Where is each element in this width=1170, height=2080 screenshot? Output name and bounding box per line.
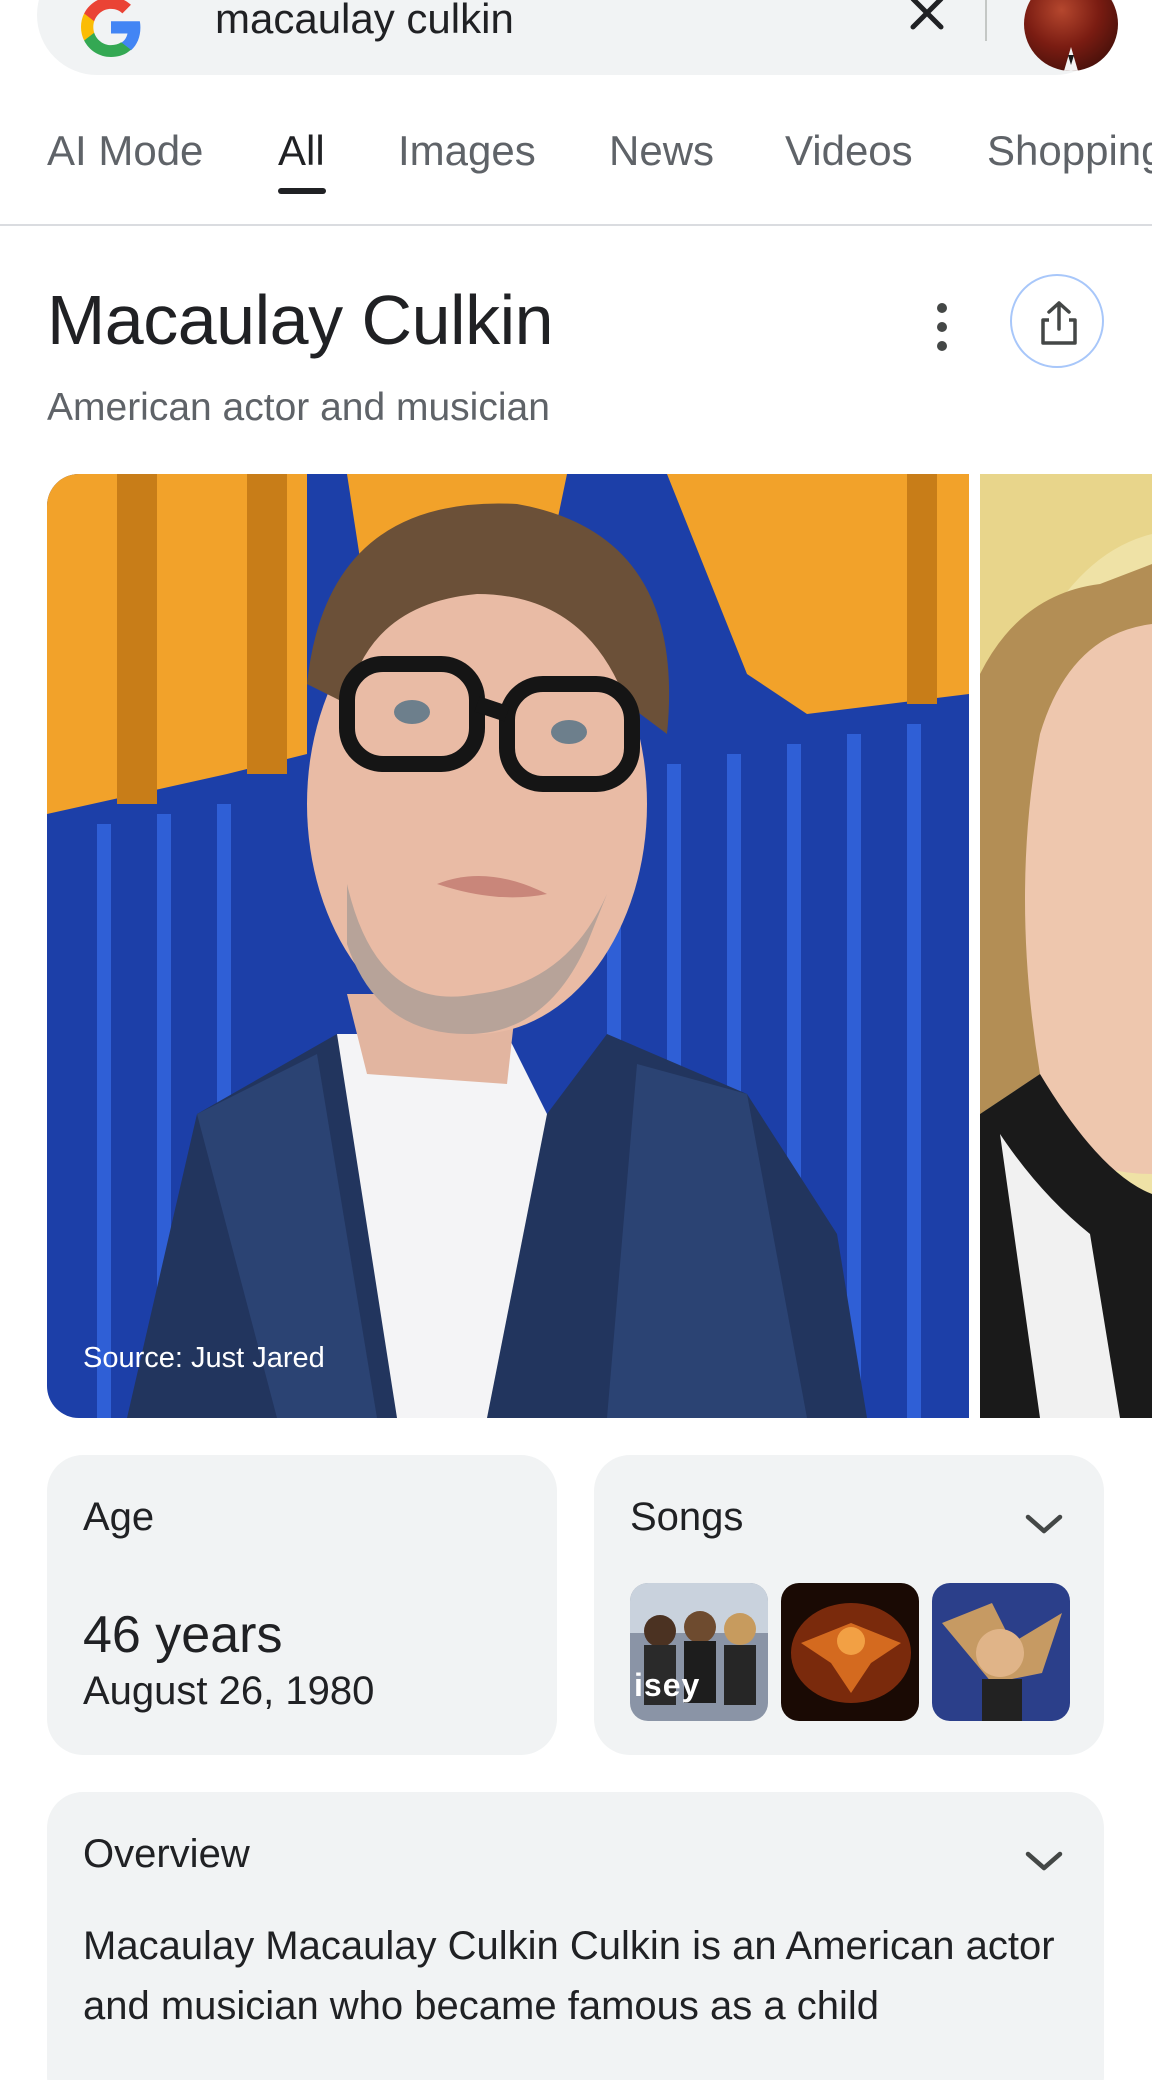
portrait-image [47,474,969,1418]
search-bar[interactable]: macaulay culkin [37,0,1118,75]
tab-news[interactable]: News [609,118,714,226]
search-tabs: AI Mode All Images News Videos Shopping [0,118,1170,226]
song-thumbnail[interactable] [932,1583,1070,1721]
song-thumbnail[interactable]: isey [630,1583,768,1721]
chevron-down-icon[interactable] [1022,1509,1066,1539]
avatar[interactable] [1024,0,1118,71]
secondary-photo[interactable] [980,474,1152,1418]
songs-card[interactable]: Songs isey [594,1455,1104,1755]
overview-text: Macaulay Macaulay Culkin Culkin is an Am… [83,1924,1055,2028]
share-button[interactable] [1010,274,1104,368]
main-photo[interactable]: Source: Just Jared [47,474,969,1418]
tab-all[interactable]: All [278,118,325,226]
chevron-down-icon[interactable] [1022,1846,1066,1876]
search-bar-divider [985,0,987,41]
active-tab-indicator [278,188,326,194]
birth-date: August 26, 1980 [83,1669,375,1713]
tabs-divider [0,224,1152,226]
songs-label: Songs [630,1495,744,1539]
search-results-page: macaulay culkin AI Mode All Images News … [0,0,1170,2080]
song-thumbnail[interactable] [781,1583,919,1721]
age-value: 46 years [83,1606,283,1664]
tab-images[interactable]: Images [398,118,536,226]
entity-subtitle: American actor and musician [47,386,550,429]
age-label: Age [83,1495,155,1539]
age-card[interactable]: Age 46 years August 26, 1980 [47,1455,557,1755]
overview-label: Overview [83,1832,250,1876]
portrait-image-secondary [980,474,1152,1418]
tab-videos[interactable]: Videos [785,118,913,226]
google-g-icon [81,0,141,57]
tab-ai-mode[interactable]: AI Mode [47,118,203,226]
song-thumbnail-image [781,1583,919,1721]
more-vert-icon[interactable] [920,300,964,354]
page-title: Macaulay Culkin [47,281,554,359]
tab-shopping[interactable]: Shopping [987,118,1152,226]
song-thumbnail-image [932,1583,1070,1721]
close-icon[interactable] [899,0,955,41]
overview-card[interactable]: Overview Macaulay Macaulay Culkin Culkin… [47,1792,1104,2080]
photo-source-label: Source: Just Jared [83,1342,325,1374]
search-input[interactable]: macaulay culkin [215,0,514,43]
share-icon [1041,301,1077,345]
song-thumbnail-caption: isey [634,1667,701,1703]
